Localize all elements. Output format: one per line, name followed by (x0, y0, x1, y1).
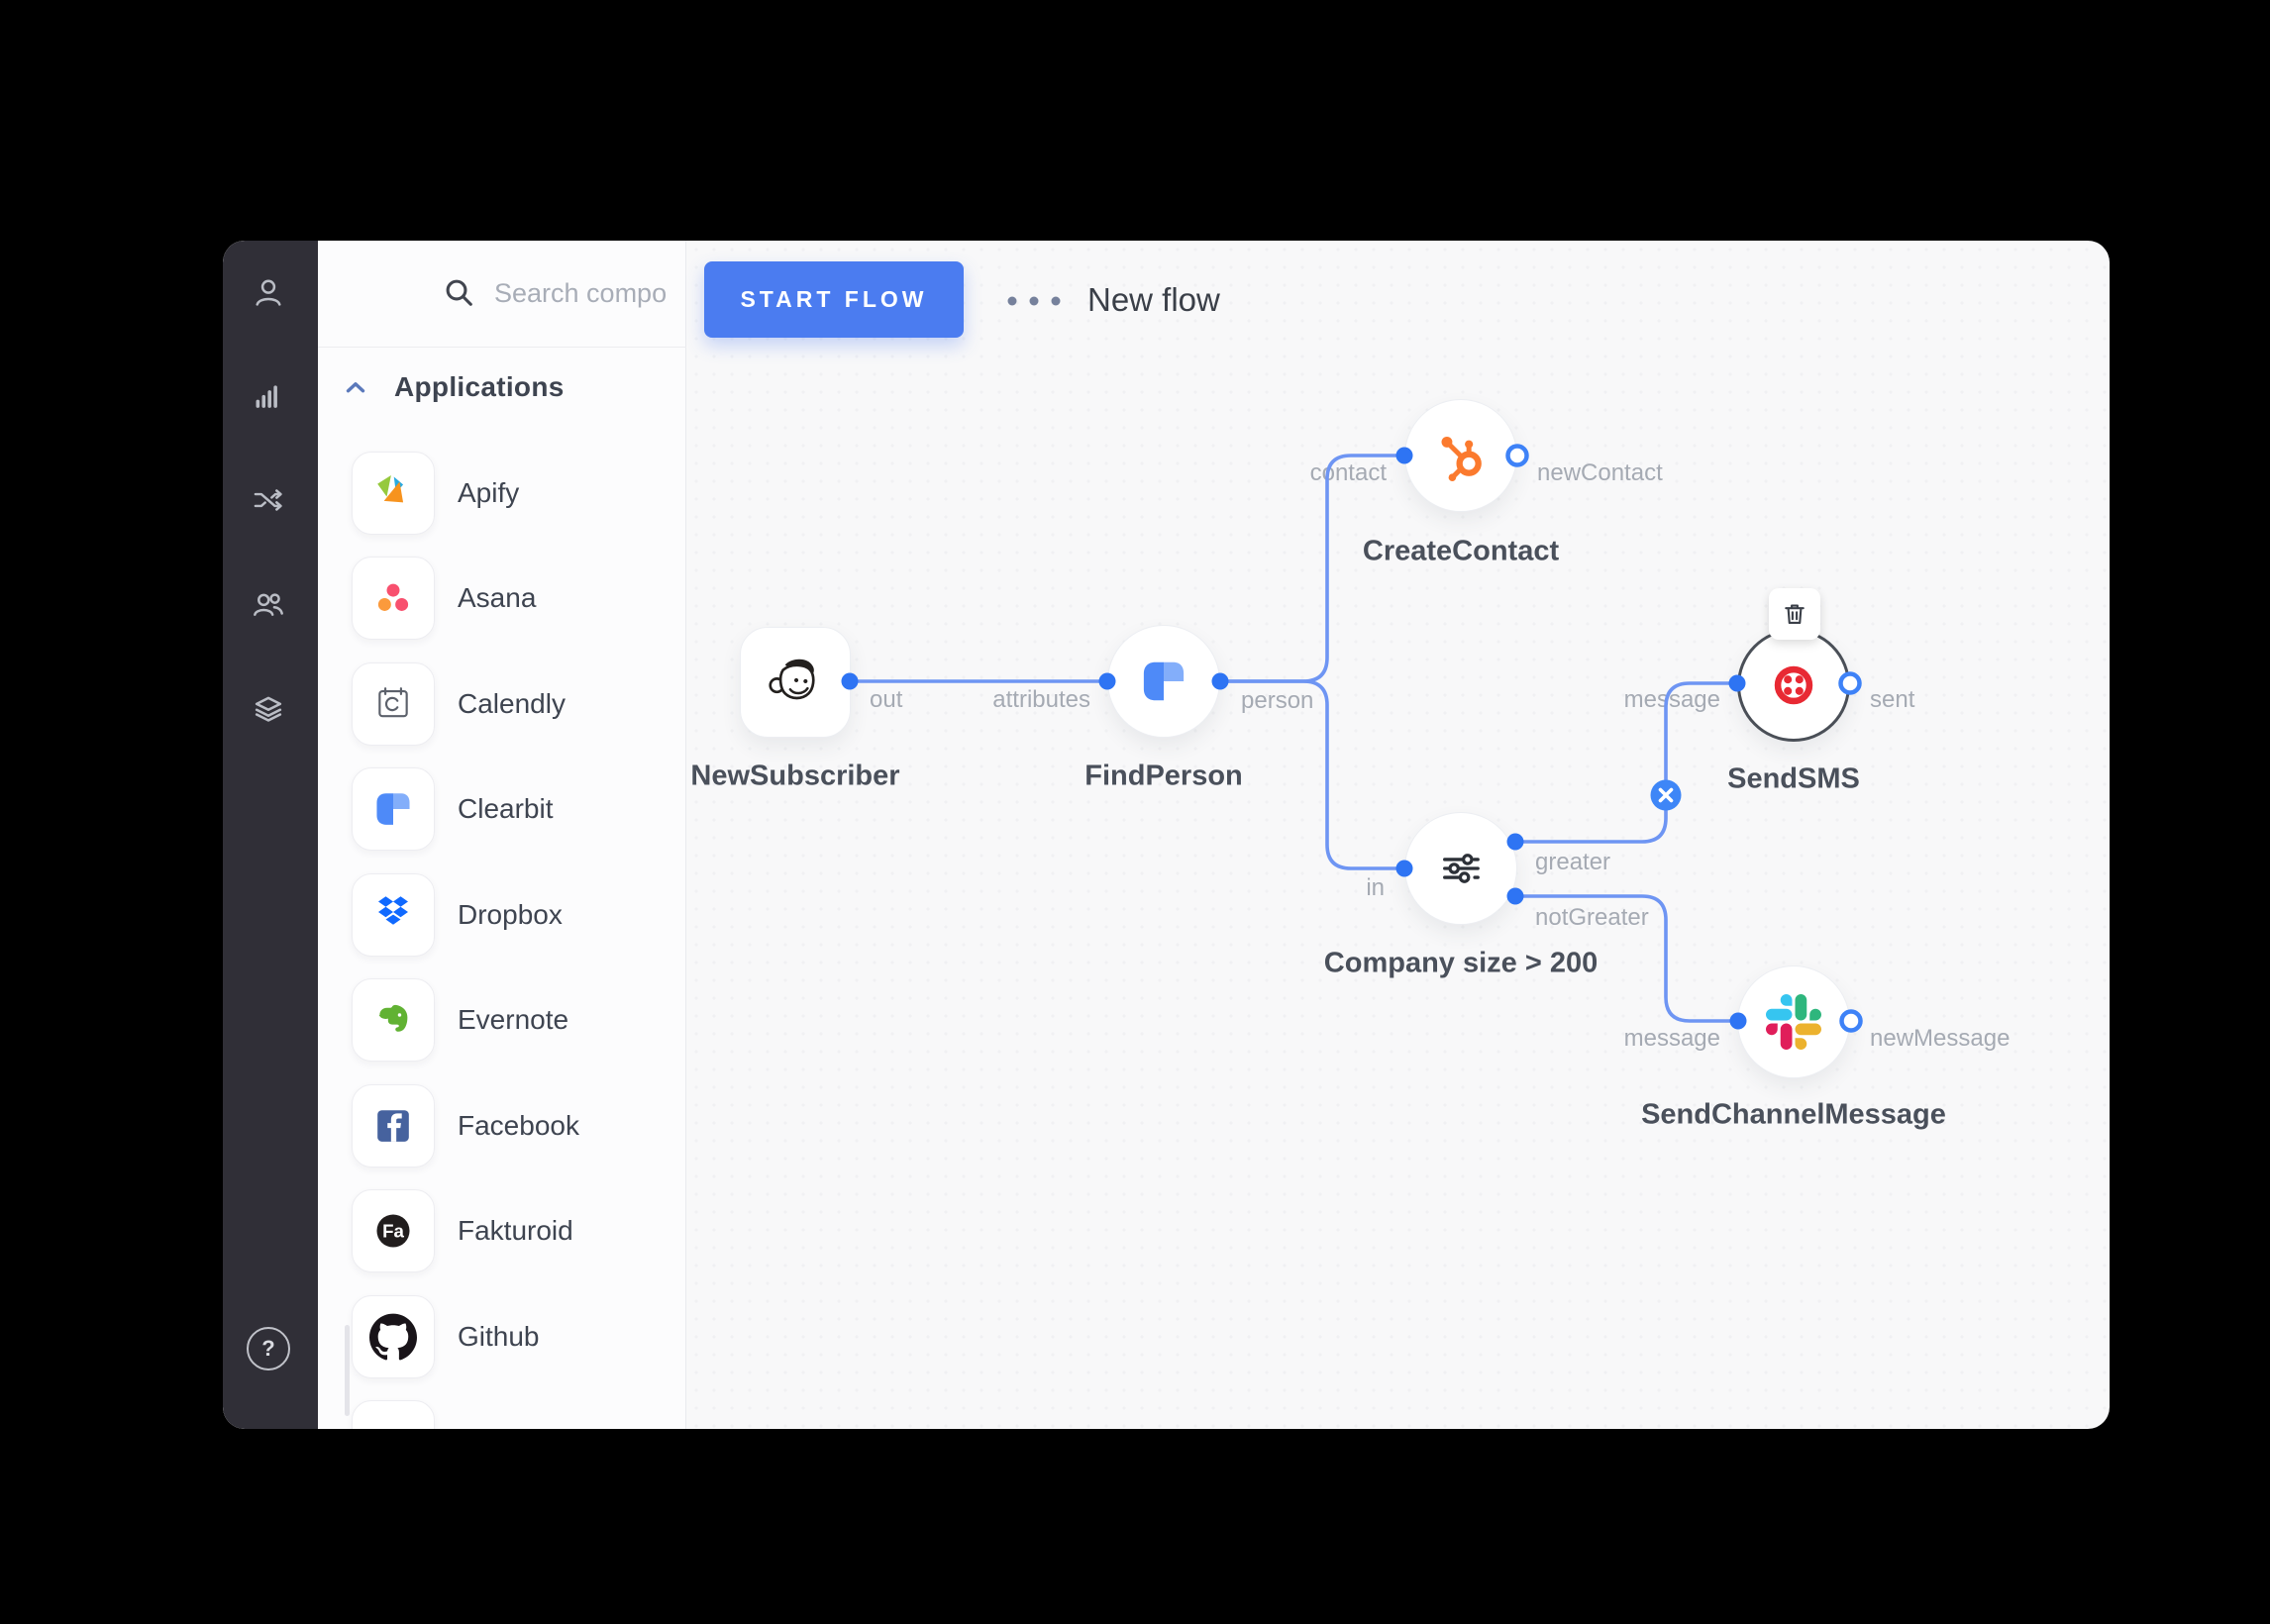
app-window: ? Applications Apify (223, 241, 2110, 1429)
app-item-fakturoid[interactable]: Fa Fakturoid (318, 1189, 686, 1284)
port-label-newmessage: newMessage (1870, 1025, 2010, 1053)
port-out (842, 673, 859, 690)
help-icon[interactable]: ? (247, 1327, 290, 1370)
filter-sliders-icon (1432, 840, 1490, 897)
panel-scrollbar[interactable] (345, 1325, 350, 1416)
node-findperson[interactable] (1107, 625, 1220, 738)
app-item-evernote[interactable]: Evernote (318, 978, 686, 1073)
calendly-icon (352, 662, 435, 746)
flow-canvas[interactable] (687, 241, 2110, 1429)
app-label: Fakturoid (458, 1215, 573, 1247)
asana-icon (352, 557, 435, 640)
mailchimp-icon (763, 650, 828, 715)
port-message-sms (1729, 675, 1746, 692)
search-input[interactable] (494, 268, 668, 318)
node-createcontact[interactable] (1404, 399, 1517, 512)
start-flow-button[interactable]: START FLOW (704, 261, 964, 338)
port-label-sent: sent (1870, 686, 1914, 714)
app-item-calendly[interactable]: Calendly (318, 662, 686, 758)
user-icon[interactable] (249, 272, 288, 312)
app-item-apify[interactable]: Apify (318, 452, 686, 547)
apify-icon (352, 452, 435, 535)
github-icon (352, 1295, 435, 1378)
chevron-up-icon (341, 372, 370, 402)
svg-text:Fa: Fa (382, 1220, 404, 1241)
app-label: Clearbit (458, 793, 553, 825)
app-item-asana[interactable]: Asana (318, 557, 686, 652)
port-notgreater (1507, 888, 1524, 905)
layers-icon[interactable] (249, 688, 288, 728)
section-label: Applications (394, 371, 565, 403)
trash-icon (1781, 600, 1808, 628)
dropbox-icon (352, 873, 435, 957)
port-contact (1396, 448, 1413, 464)
port-label-out: out (870, 686, 902, 714)
delete-node-button[interactable] (1769, 588, 1820, 640)
stage: ? Applications Apify (0, 0, 2270, 1624)
port-label-message-slack: message (1624, 1025, 1720, 1053)
port-label-newcontact: newContact (1537, 459, 1663, 487)
evernote-icon (352, 978, 435, 1062)
port-greater (1507, 834, 1524, 851)
clearbit-icon (1136, 654, 1191, 709)
icon-rail: ? (223, 241, 318, 1429)
node-label: CreateContact (1363, 536, 1559, 568)
app-item-facebook[interactable]: Facebook (318, 1084, 686, 1179)
port-newcontact (1508, 447, 1527, 465)
node-label: SendSMS (1727, 763, 1860, 796)
hubspot-icon (1432, 427, 1490, 484)
clearbit-icon (352, 767, 435, 851)
app-icon-partial (352, 1400, 435, 1429)
port-label-attributes: attributes (992, 686, 1090, 714)
app-item-partial[interactable] (318, 1400, 686, 1429)
port-label-greater: greater (1535, 849, 1610, 876)
remove-connection-badge[interactable] (1651, 780, 1682, 811)
port-sent (1841, 674, 1860, 693)
port-label-notgreater: notGreater (1535, 904, 1649, 932)
port-label-in: in (1366, 874, 1385, 902)
facebook-icon (352, 1084, 435, 1167)
port-label-person: person (1241, 687, 1313, 715)
app-item-dropbox[interactable]: Dropbox (318, 873, 686, 968)
app-label: Dropbox (458, 899, 563, 931)
node-newsubscriber[interactable] (740, 627, 851, 738)
port-attributes (1099, 673, 1116, 690)
app-label: Facebook (458, 1110, 579, 1142)
more-options-icon[interactable] (1003, 290, 1065, 312)
search-row (318, 241, 686, 347)
section-applications[interactable]: Applications (318, 359, 686, 415)
shuffle-icon[interactable] (249, 480, 288, 520)
port-label-contact: contact (1310, 459, 1387, 487)
divider (318, 347, 686, 348)
app-label: Github (458, 1321, 540, 1353)
twilio-icon (1764, 656, 1823, 715)
node-label: FindPerson (1084, 761, 1243, 793)
users-icon[interactable] (249, 584, 288, 624)
node-label: Company size > 200 (1324, 948, 1598, 980)
flow-title: New flow (1087, 281, 1220, 319)
app-label: Evernote (458, 1004, 568, 1036)
port-in (1396, 861, 1413, 877)
app-label: Calendly (458, 688, 566, 720)
slack-icon (1766, 994, 1821, 1050)
node-sendchannelmessage[interactable] (1737, 965, 1850, 1078)
node-sendsms[interactable] (1737, 629, 1850, 742)
fakturoid-icon: Fa (352, 1189, 435, 1272)
app-label: Apify (458, 477, 519, 509)
port-newmessage (1842, 1012, 1861, 1031)
node-label: NewSubscriber (690, 761, 899, 793)
port-message-slack (1730, 1013, 1747, 1030)
search-icon (441, 274, 478, 312)
port-person (1212, 673, 1229, 690)
bar-chart-icon[interactable] (249, 376, 288, 416)
app-label: Asana (458, 582, 536, 614)
app-item-github[interactable]: Github (318, 1295, 686, 1390)
components-panel: Applications Apify Asana (318, 241, 686, 1429)
node-label: SendChannelMessage (1641, 1099, 1946, 1132)
node-filter[interactable] (1404, 812, 1517, 925)
app-item-clearbit[interactable]: Clearbit (318, 767, 686, 863)
